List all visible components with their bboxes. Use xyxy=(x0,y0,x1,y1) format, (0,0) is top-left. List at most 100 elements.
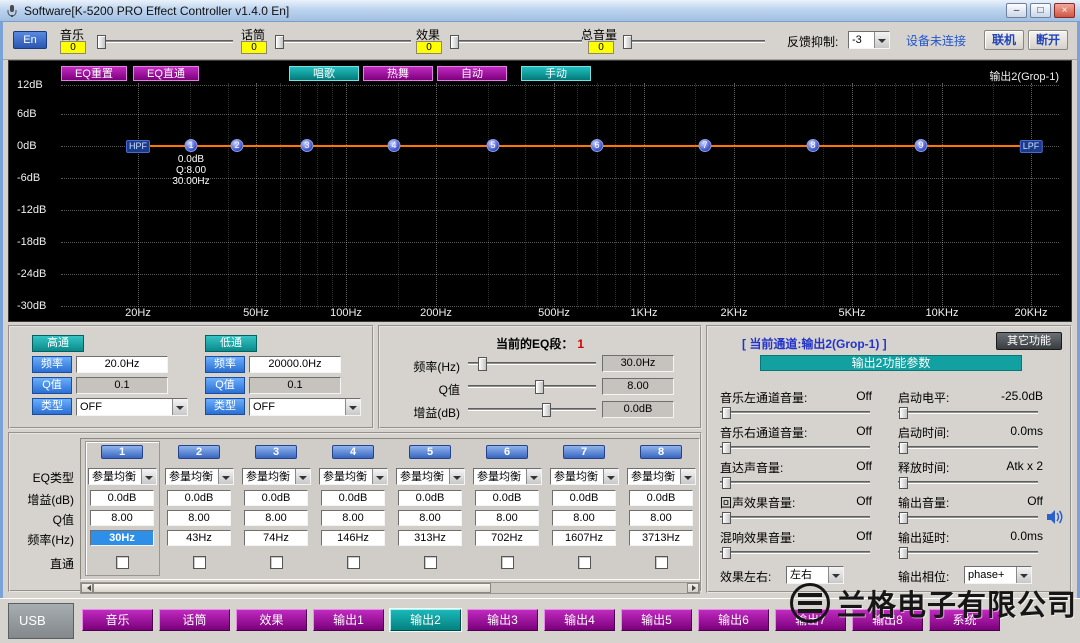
hpf-title-button[interactable]: 高通 xyxy=(32,335,84,352)
eq-point-5[interactable]: 5 xyxy=(487,139,500,152)
music-right-volume-slider[interactable] xyxy=(720,440,870,456)
slider-thumb[interactable] xyxy=(623,35,632,49)
band-type-dropdown[interactable]: 参量均衡 xyxy=(550,468,619,485)
start-level-slider[interactable] xyxy=(898,405,1038,421)
tab-output1[interactable]: 输出1 xyxy=(313,609,384,631)
slider-thumb[interactable] xyxy=(478,357,487,371)
slider-thumb[interactable] xyxy=(450,35,459,49)
feedback-suppression-dropdown[interactable]: -3 xyxy=(848,31,890,49)
speaker-icon[interactable] xyxy=(1046,509,1064,525)
eq-point-3[interactable]: 3 xyxy=(301,139,314,152)
band-gain[interactable]: 0.0dB xyxy=(90,490,154,506)
output-phase-dropdown[interactable]: phase+ xyxy=(964,566,1032,584)
tab-output5[interactable]: 输出5 xyxy=(621,609,692,631)
slider-thumb[interactable] xyxy=(722,512,731,524)
slider-thumb[interactable] xyxy=(899,547,908,559)
band-gain[interactable]: 0.0dB xyxy=(321,490,385,506)
direct-sound-volume-slider[interactable] xyxy=(720,475,870,491)
minimize-button[interactable]: – xyxy=(1006,3,1027,18)
tab-system[interactable]: 系统 xyxy=(929,609,1000,631)
band-freq[interactable]: 43Hz xyxy=(167,530,231,546)
lpf-title-button[interactable]: 低通 xyxy=(205,335,257,352)
slider-thumb[interactable] xyxy=(275,35,284,49)
band-freq-slider[interactable] xyxy=(468,356,596,372)
music-left-volume-slider[interactable] xyxy=(720,405,870,421)
band-bypass-checkbox[interactable] xyxy=(501,556,514,569)
slider-thumb[interactable] xyxy=(899,512,908,524)
lpf-freq-label[interactable]: 频率 xyxy=(205,356,245,373)
echo-volume-slider[interactable] xyxy=(720,510,870,526)
band-freq[interactable]: 3713Hz xyxy=(629,530,693,546)
band-q-slider[interactable] xyxy=(468,379,596,395)
band-gain[interactable]: 0.0dB xyxy=(167,490,231,506)
band-gain[interactable]: 0.0dB xyxy=(398,490,462,506)
eq-bypass-button[interactable]: EQ直通 xyxy=(133,66,199,81)
horizontal-scrollbar[interactable] xyxy=(80,582,700,594)
band-number[interactable]: 4 xyxy=(332,445,374,459)
slider-thumb[interactable] xyxy=(542,403,551,417)
band-gain[interactable]: 0.0dB xyxy=(244,490,308,506)
band-number[interactable]: 1 xyxy=(101,445,143,459)
effect-volume-slider[interactable] xyxy=(450,34,582,50)
slider-thumb[interactable] xyxy=(899,477,908,489)
band-type-dropdown[interactable]: 参量均衡 xyxy=(88,468,157,485)
release-time-slider[interactable] xyxy=(898,475,1038,491)
hpf-q-label[interactable]: Q值 xyxy=(32,377,72,394)
band-freq[interactable]: 313Hz xyxy=(398,530,462,546)
eq-point-7[interactable]: 7 xyxy=(699,139,712,152)
tab-effect[interactable]: 效果 xyxy=(236,609,307,631)
eq-point-2[interactable]: 2 xyxy=(231,139,244,152)
slider-thumb[interactable] xyxy=(722,547,731,559)
band-gain-slider[interactable] xyxy=(468,402,596,418)
dance-mode-button[interactable]: 热舞 xyxy=(363,66,433,81)
hpf-freq-value[interactable]: 20.0Hz xyxy=(76,356,168,373)
tab-output8[interactable]: 输出8 xyxy=(852,609,923,631)
dropdown-arrow-icon[interactable] xyxy=(526,469,541,484)
effect-lr-dropdown[interactable]: 左右 xyxy=(786,566,844,584)
dropdown-arrow-icon[interactable] xyxy=(345,399,360,415)
eq-point-6[interactable]: 6 xyxy=(591,139,604,152)
eq-point-9[interactable]: 9 xyxy=(915,139,928,152)
band-bypass-checkbox[interactable] xyxy=(347,556,360,569)
band-q[interactable]: 8.00 xyxy=(90,510,154,526)
scroll-left-icon[interactable] xyxy=(81,583,93,593)
band-gain[interactable]: 0.0dB xyxy=(475,490,539,506)
dropdown-arrow-icon[interactable] xyxy=(141,469,156,484)
band-q[interactable]: 8.00 xyxy=(167,510,231,526)
dropdown-arrow-icon[interactable] xyxy=(372,469,387,484)
band-bypass-checkbox[interactable] xyxy=(578,556,591,569)
sing-mode-button[interactable]: 唱歌 xyxy=(289,66,359,81)
mic-volume-slider[interactable] xyxy=(275,34,411,50)
hpf-type-dropdown[interactable]: OFF xyxy=(76,398,188,416)
lpf-type-dropdown[interactable]: OFF xyxy=(249,398,361,416)
scrollbar-thumb[interactable] xyxy=(93,583,491,593)
band-type-dropdown[interactable]: 参量均衡 xyxy=(396,468,465,485)
disconnect-button[interactable]: 断开 xyxy=(1028,30,1068,50)
dropdown-arrow-icon[interactable] xyxy=(172,399,187,415)
auto-mode-button[interactable]: 自动 xyxy=(437,66,507,81)
band-number[interactable]: 7 xyxy=(563,445,605,459)
band-freq[interactable]: 146Hz xyxy=(321,530,385,546)
band-type-dropdown[interactable]: 参量均衡 xyxy=(165,468,234,485)
band-bypass-checkbox[interactable] xyxy=(424,556,437,569)
tab-mic[interactable]: 话筒 xyxy=(159,609,230,631)
band-type-dropdown[interactable]: 参量均衡 xyxy=(473,468,542,485)
band-freq[interactable]: 1607Hz xyxy=(552,530,616,546)
reverb-volume-slider[interactable] xyxy=(720,545,870,561)
slider-thumb[interactable] xyxy=(899,407,908,419)
tab-output4[interactable]: 输出4 xyxy=(544,609,615,631)
eq-point-8[interactable]: 8 xyxy=(807,139,820,152)
band-bypass-checkbox[interactable] xyxy=(116,556,129,569)
band-type-dropdown[interactable]: 参量均衡 xyxy=(627,468,696,485)
slider-thumb[interactable] xyxy=(97,35,106,49)
slider-thumb[interactable] xyxy=(722,407,731,419)
band-gain[interactable]: 0.0dB xyxy=(629,490,693,506)
band-freq[interactable]: 30Hz xyxy=(90,530,154,546)
band-q[interactable]: 8.00 xyxy=(398,510,462,526)
dropdown-arrow-icon[interactable] xyxy=(1016,567,1031,583)
band-q[interactable]: 8.00 xyxy=(475,510,539,526)
band-freq[interactable]: 74Hz xyxy=(244,530,308,546)
tab-output6[interactable]: 输出6 xyxy=(698,609,769,631)
band-q[interactable]: 8.00 xyxy=(244,510,308,526)
master-volume-slider[interactable] xyxy=(623,34,765,50)
